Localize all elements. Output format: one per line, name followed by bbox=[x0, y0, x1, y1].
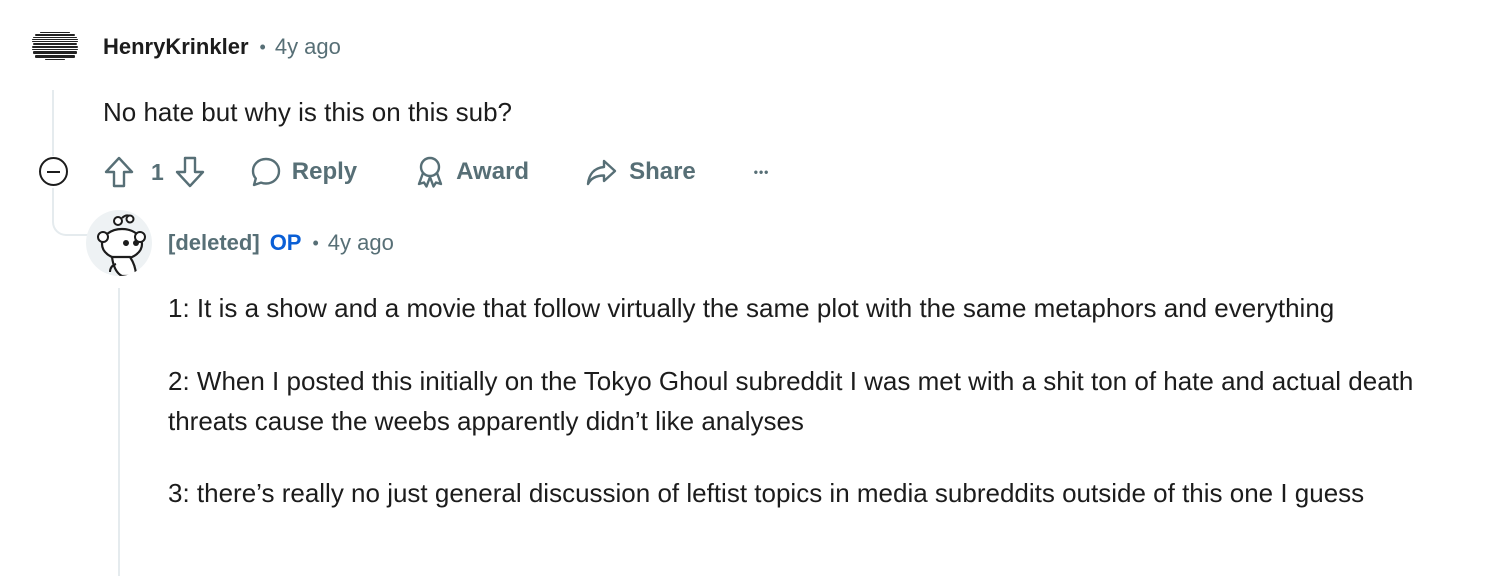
share-icon bbox=[586, 159, 617, 186]
comment-header: HenryKrinkler • 4y ago bbox=[103, 34, 341, 60]
comment-actions: 1 Reply Award Share ••• bbox=[103, 152, 769, 192]
timestamp[interactable]: 4y ago bbox=[328, 230, 394, 256]
award-label: Award bbox=[456, 158, 530, 185]
thread-elbow bbox=[52, 188, 90, 236]
comment-paragraph: 3: there’s really no just general discus… bbox=[168, 478, 1365, 508]
upvote-button[interactable] bbox=[103, 155, 135, 189]
reply-icon bbox=[251, 157, 280, 187]
avatar[interactable] bbox=[29, 20, 81, 72]
author-name[interactable]: HenryKrinkler bbox=[103, 34, 249, 60]
author-name: [deleted] bbox=[168, 230, 260, 255]
timestamp[interactable]: 4y ago bbox=[275, 34, 341, 60]
share-button[interactable]: Share bbox=[585, 156, 696, 188]
more-icon: ••• bbox=[753, 165, 770, 179]
op-badge: OP bbox=[269, 230, 302, 255]
avatar[interactable] bbox=[86, 210, 152, 276]
separator-dot: • bbox=[312, 232, 319, 253]
collapse-icon[interactable] bbox=[39, 157, 68, 186]
downvote-button[interactable] bbox=[174, 155, 206, 189]
thread-line-reply bbox=[118, 288, 120, 576]
comment-header: [deleted] OP • 4y ago bbox=[168, 230, 394, 256]
snoo-icon bbox=[97, 214, 146, 276]
thread-line-top bbox=[52, 90, 54, 156]
upvote-icon bbox=[104, 156, 134, 188]
separator-dot: • bbox=[259, 36, 266, 57]
more-options-button[interactable]: ••• bbox=[754, 165, 770, 179]
reply-button[interactable]: Reply bbox=[250, 156, 357, 188]
share-label: Share bbox=[629, 158, 696, 185]
vote-count: 1 bbox=[151, 158, 164, 185]
award-icon bbox=[417, 156, 443, 188]
comment-paragraph: 2: When I posted this initially on the T… bbox=[168, 366, 1414, 436]
comment-paragraph: 1: It is a show and a movie that follow … bbox=[168, 293, 1335, 323]
award-button[interactable]: Award bbox=[414, 155, 529, 189]
downvote-icon bbox=[175, 156, 204, 188]
comment-body: No hate but why is this on this sub? bbox=[103, 97, 513, 127]
reply-label: Reply bbox=[291, 158, 358, 185]
